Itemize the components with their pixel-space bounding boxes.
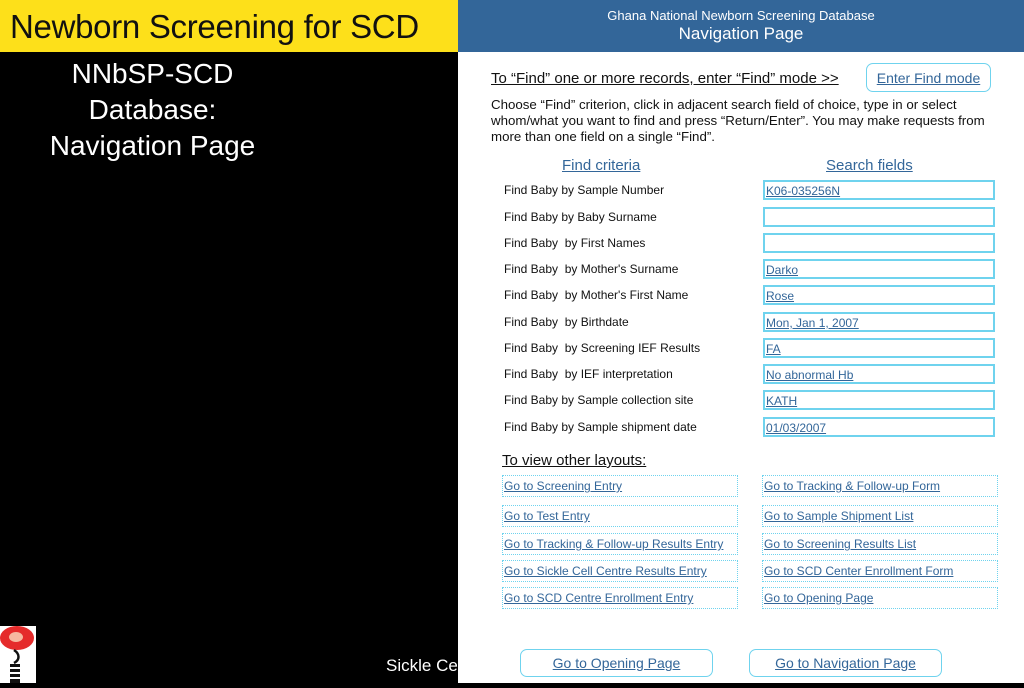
slide-title: Newborn Screening for SCD [10, 8, 419, 45]
layout-link[interactable]: Go to Sample Shipment List [762, 505, 998, 527]
layout-link[interactable]: Go to Tracking & Follow-up Results Entry [502, 533, 738, 555]
find-criteria-header: Find criteria [562, 157, 641, 174]
subtitle-line: Navigation Page [49, 130, 256, 161]
find-criterion-label: Find Baby by Mother's First Name [504, 288, 689, 302]
search-field[interactable]: KATH [763, 390, 995, 410]
layout-link[interactable]: Go to Screening Results List [762, 533, 998, 555]
find-criterion-label: Find Baby by First Names [504, 236, 646, 250]
find-criterion-label: Find Baby by Sample collection site [504, 393, 694, 407]
search-field[interactable]: No abnormal Hb [763, 364, 995, 384]
find-instructions: Choose “Find” criterion, click in adjace… [491, 97, 985, 144]
layout-link[interactable]: Go to Opening Page [762, 587, 998, 609]
search-field[interactable]: FA [763, 338, 995, 358]
find-intro-text: To “Find” one or more records, enter “Fi… [491, 70, 839, 87]
find-criterion-label: Find Baby by Birthdate [504, 315, 629, 329]
go-to-navigation-page-button[interactable]: Go to Navigation Page [749, 649, 942, 677]
sickle-cell-logo-icon [0, 626, 36, 683]
slide-title-bar: Newborn Screening for SCD [0, 0, 458, 52]
find-criterion-label: Find Baby by IEF interpretation [504, 367, 673, 381]
app-header-title: Ghana National Newborn Screening Databas… [607, 8, 875, 23]
slide-subtitle: NNbSP-SCD Database: Navigation Page [0, 56, 305, 164]
search-field[interactable] [763, 233, 995, 253]
find-criterion-label: Find Baby by Baby Surname [504, 210, 657, 224]
layout-link[interactable]: Go to Test Entry [502, 505, 738, 527]
app-header: Ghana National Newborn Screening Databas… [458, 0, 1024, 52]
find-criterion-label: Find Baby by Mother's Surname [504, 262, 679, 276]
go-to-opening-page-button[interactable]: Go to Opening Page [520, 649, 713, 677]
search-field[interactable]: 01/03/2007 [763, 417, 995, 437]
slide-footer-text: Sickle Ce [386, 656, 458, 675]
search-field[interactable] [763, 207, 995, 227]
layout-link[interactable]: Go to Sickle Cell Centre Results Entry [502, 560, 738, 582]
subtitle-line: NNbSP-SCD [71, 58, 234, 89]
layout-link[interactable]: Go to SCD Center Enrollment Form [762, 560, 998, 582]
layout-link[interactable]: Go to SCD Centre Enrollment Entry [502, 587, 738, 609]
navigation-page-panel: Ghana National Newborn Screening Databas… [458, 0, 1024, 683]
find-criterion-label: Find Baby by Screening IEF Results [504, 341, 701, 355]
search-field[interactable]: Mon, Jan 1, 2007 [763, 312, 995, 332]
search-fields-header: Search fields [826, 157, 913, 174]
layout-link[interactable]: Go to Tracking & Follow-up Form [762, 475, 998, 497]
enter-find-mode-button[interactable]: Enter Find mode [866, 63, 991, 92]
other-layouts-header: To view other layouts: [502, 452, 647, 469]
app-header-subtitle: Navigation Page [678, 24, 804, 43]
subtitle-line: Database: [88, 94, 217, 125]
layout-link[interactable]: Go to Screening Entry [502, 475, 738, 497]
search-field[interactable]: K06-035256N [763, 180, 995, 200]
find-criterion-label: Find Baby by Sample Number [504, 183, 665, 197]
search-field[interactable]: Rose [763, 285, 995, 305]
search-field[interactable]: Darko [763, 259, 995, 279]
find-criterion-label: Find Baby by Sample shipment date [504, 420, 697, 434]
